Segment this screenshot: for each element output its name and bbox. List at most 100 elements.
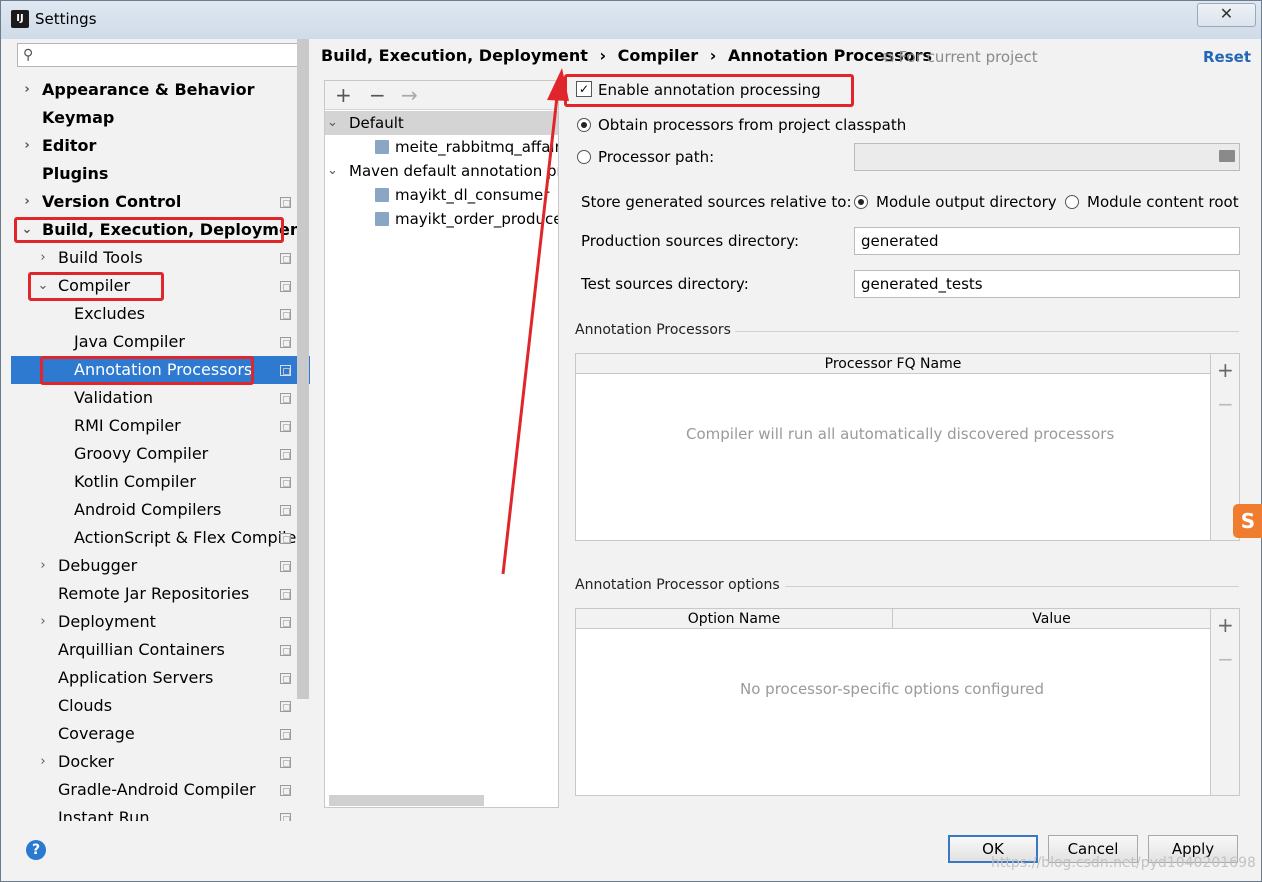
remove-profile-button[interactable]: − <box>369 83 386 107</box>
settings-sidebar: ⚲ › Appearance & Behavior Keymap › Editor Plu… <box>11 39 310 821</box>
sidebar-item[interactable]: Keymap <box>11 104 310 132</box>
sidebar-item-label: Coverage <box>58 724 135 743</box>
folder-icon[interactable] <box>1219 150 1235 162</box>
search-input[interactable]: ⚲ <box>17 43 301 67</box>
sidebar-item[interactable]: Coverage <box>11 720 310 748</box>
breadcrumb-build[interactable]: Build, Execution, Deployment <box>321 46 588 65</box>
sidebar-item[interactable]: Remote Jar Repositories <box>11 580 310 608</box>
sidebar-item-label: Plugins <box>42 164 109 183</box>
sidebar-item[interactable]: Clouds <box>11 692 310 720</box>
add-processor-button[interactable]: + <box>1217 358 1234 382</box>
project-note-text: For current project <box>898 48 1038 66</box>
sidebar-item-label: Build Tools <box>58 248 143 267</box>
project-settings-icon <box>280 253 291 264</box>
chevron-right-icon[interactable]: › <box>37 608 49 636</box>
sidebar-item[interactable]: Plugins <box>11 160 310 188</box>
processor-path-radio[interactable] <box>577 150 591 164</box>
project-settings-icon <box>280 197 291 208</box>
sidebar-item-label: RMI Compiler <box>74 416 181 435</box>
project-settings-icon <box>280 281 291 292</box>
obtain-from-classpath-radio[interactable] <box>577 118 591 132</box>
chevron-right-icon[interactable]: › <box>21 132 33 160</box>
project-settings-icon <box>280 785 291 796</box>
sidebar-item[interactable]: › Debugger <box>11 552 310 580</box>
remove-processor-button[interactable]: − <box>1217 392 1234 416</box>
sidebar-item[interactable]: › Appearance & Behavior <box>11 76 310 104</box>
section-divider <box>735 331 1239 332</box>
sidebar-item-label: Excludes <box>74 304 146 323</box>
reset-link[interactable]: Reset <box>1203 48 1251 66</box>
breadcrumb-separator: › <box>599 46 607 65</box>
chevron-right-icon[interactable]: › <box>21 76 33 104</box>
highlight-compiler <box>28 272 164 301</box>
chevron-right-icon[interactable]: › <box>37 552 49 580</box>
project-settings-icon <box>280 449 291 460</box>
profile-row-content: Default <box>349 111 404 135</box>
sidebar-item[interactable]: › Editor <box>11 132 310 160</box>
chevron-down-icon[interactable]: ⌄ <box>327 111 338 135</box>
sidebar-item[interactable]: › Deployment <box>11 608 310 636</box>
copy-icon: ⧉ <box>883 48 899 66</box>
annotation-arrow-shaft <box>501 87 560 575</box>
sidebar-scrollbar[interactable] <box>297 39 309 699</box>
processor-options-table[interactable]: Option Name Value No processor-specific … <box>575 608 1211 796</box>
project-settings-icon <box>280 757 291 768</box>
sidebar-item[interactable]: Gradle-Android Compiler <box>11 776 310 804</box>
sidebar-item-label: Instant Run <box>58 808 150 821</box>
section-divider <box>785 586 1239 587</box>
sidebar-item-label: Validation <box>74 388 154 407</box>
module-content-root-radio[interactable] <box>1065 195 1079 209</box>
chevron-down-icon[interactable]: ⌄ <box>327 159 338 183</box>
sidebar-item[interactable]: › Docker <box>11 748 310 776</box>
module-output-directory-radio[interactable] <box>854 195 868 209</box>
sidebar-item[interactable]: Validation <box>11 384 310 412</box>
remove-option-button[interactable]: − <box>1217 647 1234 671</box>
sidebar-item[interactable]: Application Servers <box>11 664 310 692</box>
test-sources-input[interactable]: generated_tests <box>854 270 1240 298</box>
obtain-from-classpath-label[interactable]: Obtain processors from project classpath <box>598 116 906 134</box>
option-name-column-header[interactable]: Option Name <box>576 609 893 629</box>
production-sources-input[interactable]: generated <box>854 227 1240 255</box>
sidebar-item[interactable]: Instant Run <box>11 804 310 821</box>
add-option-button[interactable]: + <box>1217 613 1234 637</box>
sidebar-item[interactable]: Android Compilers <box>11 496 310 524</box>
processors-empty-text: Compiler will run all automatically disc… <box>686 425 1115 443</box>
sidebar-item[interactable]: Excludes <box>11 300 310 328</box>
add-profile-button[interactable]: + <box>335 83 352 107</box>
annotation-processors-section-title: Annotation Processors <box>575 322 731 338</box>
module-output-directory-label[interactable]: Module output directory <box>876 193 1057 211</box>
sidebar-item[interactable]: RMI Compiler <box>11 412 310 440</box>
value-column-header[interactable]: Value <box>893 609 1210 629</box>
profiles-horizontal-scrollbar[interactable] <box>329 795 484 806</box>
move-to-button[interactable]: → <box>401 83 418 107</box>
sidebar-item-label: Deployment <box>58 612 156 631</box>
sidebar-item[interactable]: › Build Tools <box>11 244 310 272</box>
processor-fq-name-column-header[interactable]: Processor FQ Name <box>576 354 1210 374</box>
processor-path-label[interactable]: Processor path: <box>598 148 714 166</box>
sogou-ime-icon[interactable]: S <box>1233 504 1262 538</box>
project-settings-icon <box>280 533 291 544</box>
help-icon[interactable]: ? <box>26 840 46 860</box>
project-settings-icon <box>280 337 291 348</box>
highlight-build-execution-deployment <box>14 217 284 243</box>
sidebar-item[interactable]: Java Compiler <box>11 328 310 356</box>
breadcrumb-compiler[interactable]: Compiler <box>618 46 699 65</box>
intellij-app-icon: IJ <box>11 10 29 28</box>
sidebar-item[interactable]: Groovy Compiler <box>11 440 310 468</box>
module-content-root-label[interactable]: Module content root <box>1087 193 1239 211</box>
module-icon <box>375 188 389 202</box>
chevron-right-icon[interactable]: › <box>37 748 49 776</box>
sidebar-item[interactable]: Kotlin Compiler <box>11 468 310 496</box>
close-button[interactable]: ✕ <box>1197 3 1256 27</box>
sidebar-item[interactable]: ActionScript & Flex Compile <box>11 524 310 552</box>
project-settings-icon <box>280 617 291 628</box>
processors-table[interactable]: Processor FQ Name Compiler will run all … <box>575 353 1211 541</box>
sidebar-item-label: Keymap <box>42 108 115 127</box>
project-settings-icon <box>280 813 291 821</box>
module-icon <box>375 140 389 154</box>
chevron-right-icon[interactable]: › <box>37 244 49 272</box>
sidebar-item[interactable]: Arquillian Containers <box>11 636 310 664</box>
sidebar-item[interactable]: › Version Control <box>11 188 310 216</box>
project-settings-icon <box>280 589 291 600</box>
chevron-right-icon[interactable]: › <box>21 188 33 216</box>
